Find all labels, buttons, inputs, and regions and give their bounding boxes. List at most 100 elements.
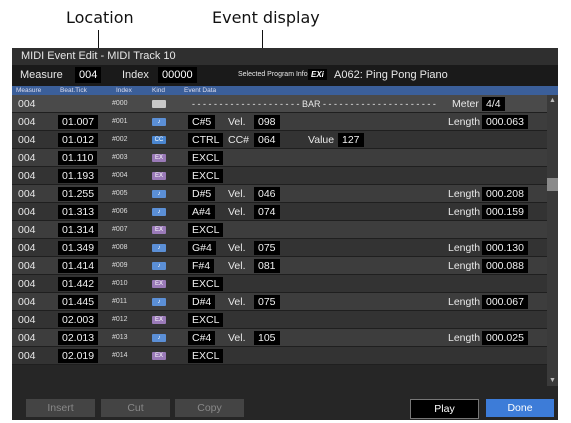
length-field[interactable]: 000.208 xyxy=(482,187,528,201)
length-field[interactable]: 000.159 xyxy=(482,205,528,219)
beat-tick-field[interactable]: 02.003 xyxy=(58,313,99,327)
velocity-field[interactable]: 098 xyxy=(254,115,280,129)
beat-tick-field[interactable]: 01.414 xyxy=(58,259,99,273)
event-type-field[interactable]: A#4 xyxy=(188,205,215,219)
row-index: #002 xyxy=(112,136,128,143)
velocity-label: Vel. xyxy=(228,296,246,308)
length-label: Length xyxy=(448,260,481,272)
scrollbar[interactable]: ▲ ▼ xyxy=(547,95,558,386)
length-field[interactable]: 000.130 xyxy=(482,241,528,255)
event-row[interactable]: 004 02.013 #013 ♪ C#4 Vel. 105 Length 000.025 xyxy=(12,329,547,347)
event-row[interactable]: 004 01.313 #006 ♪ A#4 Vel. 074 Length 000.159 xyxy=(12,203,547,221)
row-index: #006 xyxy=(112,208,128,215)
length-field[interactable]: 000.025 xyxy=(482,331,528,345)
bar-divider-text: - - - - - - - - - - - - - - - - - - - - … xyxy=(192,99,436,109)
velocity-field[interactable]: 074 xyxy=(254,205,280,219)
event-type-field[interactable]: C#4 xyxy=(188,331,216,345)
copy-button[interactable]: Copy xyxy=(175,399,244,417)
event-row[interactable]: 004 01.445 #011 ♪ D#4 Vel. 075 Length 000.067 xyxy=(12,293,547,311)
measure-field[interactable]: 004 xyxy=(75,67,102,83)
event-row[interactable]: 004 01.414 #009 ♪ F#4 Vel. 081 Length 000.088 xyxy=(12,257,547,275)
row-index: #011 xyxy=(112,298,128,305)
excl-kind-icon: EX xyxy=(152,226,166,234)
row-index: #005 xyxy=(112,190,128,197)
beat-tick-field[interactable]: 01.110 xyxy=(58,151,98,165)
insert-button[interactable]: Insert xyxy=(26,399,95,417)
event-row[interactable]: 004 01.110 #003 EX EXCL xyxy=(12,149,547,167)
excl-kind-icon: EX xyxy=(152,280,166,288)
beat-tick-field[interactable]: 02.013 xyxy=(58,331,99,345)
cut-button[interactable]: Cut xyxy=(101,399,170,417)
beat-tick-field[interactable]: 01.349 xyxy=(58,241,99,255)
bar-row[interactable]: 004 #000 - - - - - - - - - - - - - - - -… xyxy=(12,95,547,113)
velocity-field[interactable]: 081 xyxy=(254,259,280,273)
row-measure: 004 xyxy=(18,278,36,290)
length-field[interactable]: 000.067 xyxy=(482,295,528,309)
meter-field[interactable]: 4/4 xyxy=(482,97,505,111)
event-row[interactable]: 004 02.019 #014 EX EXCL xyxy=(12,347,547,365)
velocity-field[interactable]: 105 xyxy=(254,331,280,345)
row-measure: 004 xyxy=(18,332,36,344)
beat-tick-field[interactable]: 01.007 xyxy=(58,115,99,129)
event-type-field[interactable]: D#4 xyxy=(188,295,216,309)
row-index: #007 xyxy=(112,226,128,233)
velocity-field[interactable]: 075 xyxy=(254,295,280,309)
event-row[interactable]: 004 01.007 #001 ♪ C#5 Vel. 098 Length 000.063 xyxy=(12,113,547,131)
event-row[interactable]: 004 01.012 #002 CC CTRL CC# 064 Value 127 xyxy=(12,131,547,149)
index-field[interactable]: 00000 xyxy=(158,67,197,83)
scrollbar-thumb[interactable] xyxy=(547,178,558,191)
play-button[interactable]: Play xyxy=(410,399,479,419)
row-measure: 004 xyxy=(18,188,36,200)
bar-kind-icon xyxy=(152,100,166,108)
beat-tick-field[interactable]: 01.193 xyxy=(58,169,99,183)
event-type-field[interactable]: EXCL xyxy=(188,313,224,327)
event-row[interactable]: 004 01.314 #007 EX EXCL xyxy=(12,221,547,239)
event-row[interactable]: 004 01.442 #010 EX EXCL xyxy=(12,275,547,293)
beat-tick-field[interactable]: 01.445 xyxy=(58,295,99,309)
velocity-field[interactable]: 046 xyxy=(254,187,280,201)
event-type-field[interactable]: D#5 xyxy=(188,187,216,201)
event-type-field[interactable]: EXCL xyxy=(188,223,224,237)
velocity-label: Vel. xyxy=(228,242,246,254)
event-type-field[interactable]: G#4 xyxy=(188,241,216,255)
scroll-down-icon[interactable]: ▼ xyxy=(549,377,556,384)
length-field[interactable]: 000.088 xyxy=(482,259,528,273)
event-type-field[interactable]: EXCL xyxy=(188,169,224,183)
note-kind-icon: ♪ xyxy=(152,118,166,126)
event-row[interactable]: 004 01.255 #005 ♪ D#5 Vel. 046 Length 000.208 xyxy=(12,185,547,203)
callout-location: Location xyxy=(66,8,134,27)
event-type-field[interactable]: EXCL xyxy=(188,349,224,363)
row-measure: 004 xyxy=(18,206,36,218)
value-label: Value xyxy=(308,134,335,146)
event-row[interactable]: 004 01.193 #004 EX EXCL xyxy=(12,167,547,185)
beat-tick-field[interactable]: 01.012 xyxy=(58,133,99,147)
beat-tick-field[interactable]: 01.313 xyxy=(58,205,99,219)
event-type-field[interactable]: C#5 xyxy=(188,115,216,129)
row-measure: 004 xyxy=(18,242,36,254)
value-field[interactable]: 127 xyxy=(338,133,364,147)
window-title: MIDI Event Edit - MIDI Track 10 xyxy=(12,48,558,65)
beat-tick-field[interactable]: 02.019 xyxy=(58,349,99,363)
event-type-field[interactable]: EXCL xyxy=(188,277,224,291)
row-measure: 004 xyxy=(18,260,36,272)
event-row[interactable]: 004 01.349 #008 ♪ G#4 Vel. 075 Length 000.130 xyxy=(12,239,547,257)
beat-tick-field[interactable]: 01.255 xyxy=(58,187,99,201)
scroll-up-icon[interactable]: ▲ xyxy=(549,97,556,104)
beat-tick-field[interactable]: 01.442 xyxy=(58,277,99,291)
event-type-field[interactable]: F#4 xyxy=(188,259,215,273)
index-label: Index xyxy=(122,69,149,81)
column-header: Measure Beat.Tick Index Kind Event Data xyxy=(12,86,558,95)
velocity-field[interactable]: 064 xyxy=(254,133,280,147)
velocity-field[interactable]: 075 xyxy=(254,241,280,255)
event-type-field[interactable]: EXCL xyxy=(188,151,224,165)
length-field[interactable]: 000.063 xyxy=(482,115,528,129)
row-index: #004 xyxy=(112,172,128,179)
measure-label: Measure xyxy=(20,69,63,81)
row-index: #009 xyxy=(112,262,128,269)
event-row[interactable]: 004 02.003 #012 EX EXCL xyxy=(12,311,547,329)
note-kind-icon: ♪ xyxy=(152,190,166,198)
done-button[interactable]: Done xyxy=(486,399,554,417)
event-type-field[interactable]: CTRL xyxy=(188,133,224,147)
beat-tick-field[interactable]: 01.314 xyxy=(58,223,99,237)
row-index: #013 xyxy=(112,334,128,341)
